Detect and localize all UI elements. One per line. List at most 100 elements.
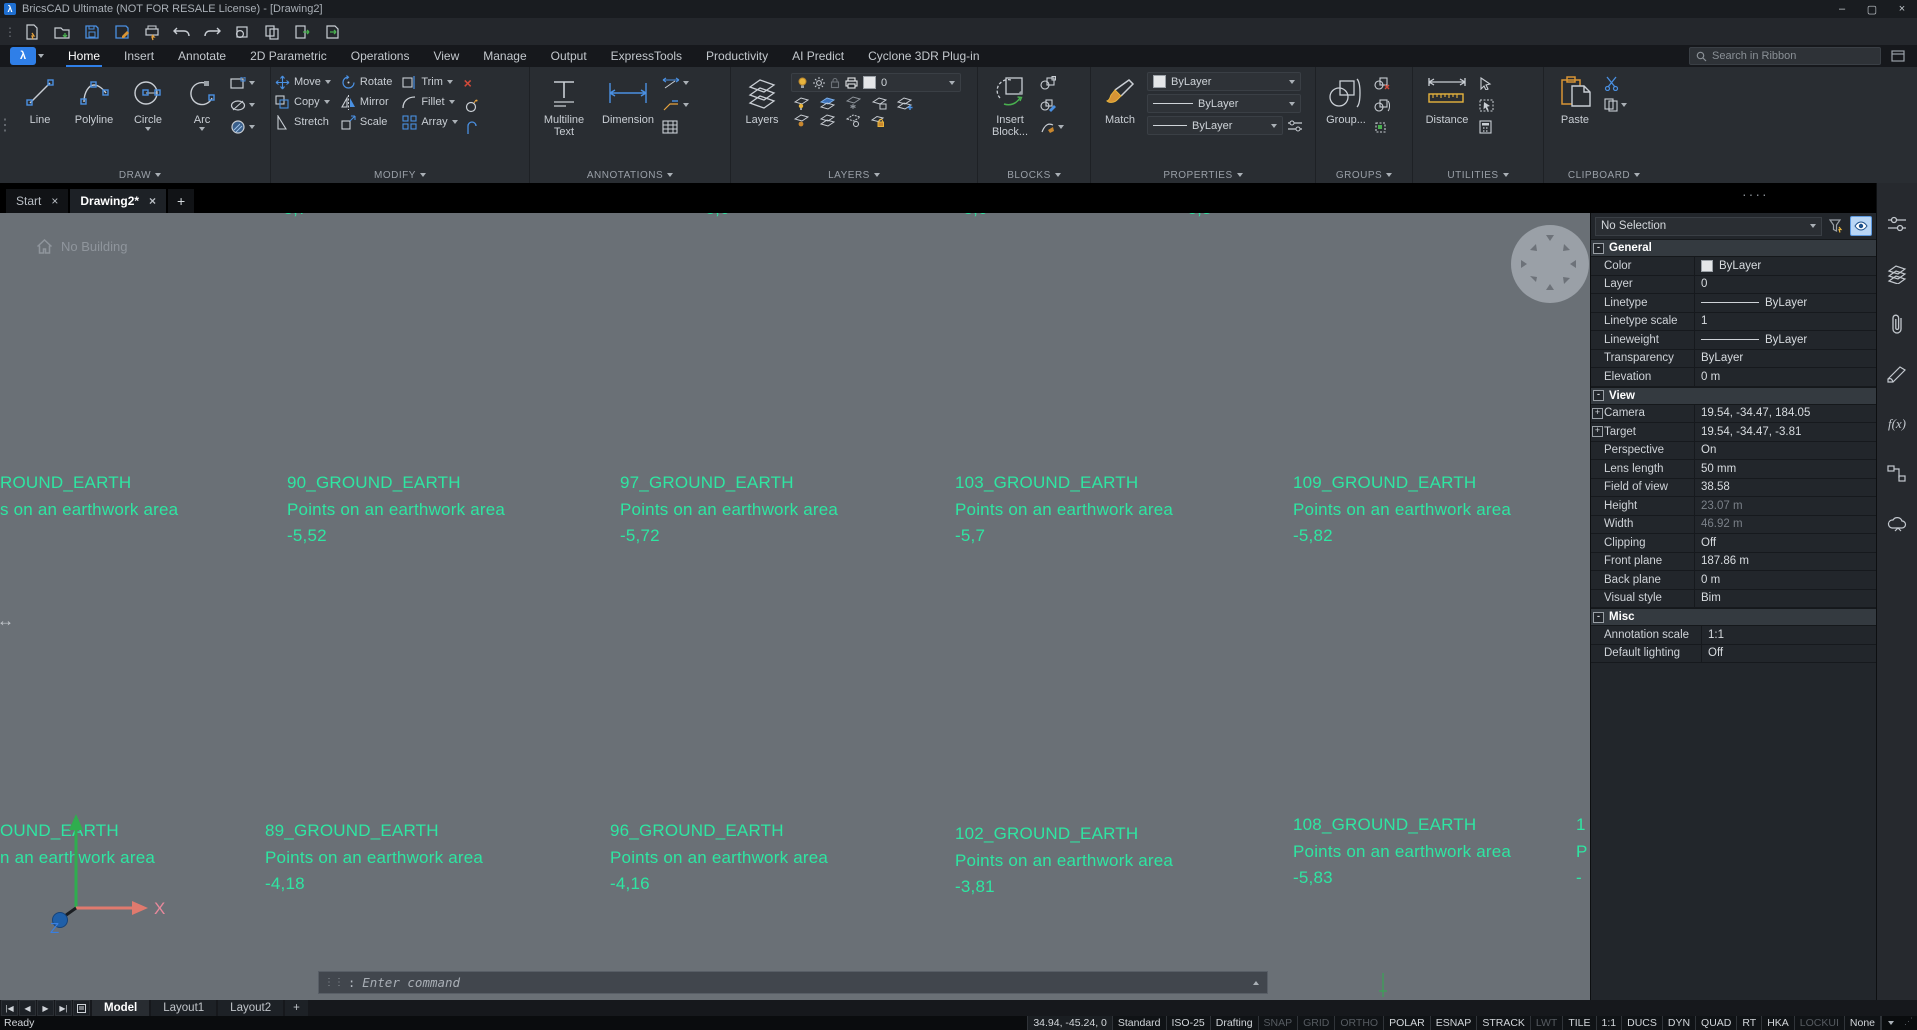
status-toggle-snap[interactable]: SNAP [1258,1016,1299,1030]
table-button[interactable] [662,119,689,135]
ribbon-options-icon[interactable] [1887,48,1909,64]
status-toggle-quad[interactable]: QUAD [1695,1016,1737,1030]
ground-label[interactable]: 109_GROUND_EARTHPoints on an earthwork a… [1293,470,1511,550]
group-edit-button[interactable] [1374,97,1390,113]
cut-button[interactable] [1604,75,1627,91]
next-layout-button[interactable]: ▶ [37,1000,54,1016]
prop-row-back-plane[interactable]: Back plane 0 m [1591,571,1876,590]
fields-panel-icon[interactable]: f(x) [1886,413,1908,435]
panel-title-blocks[interactable]: BLOCKS [982,167,1086,183]
distance-button[interactable]: Distance [1417,69,1477,126]
components-panel-icon[interactable] [1886,513,1908,535]
tab-view[interactable]: View [421,45,471,67]
copy-icon[interactable] [262,22,282,42]
sheets-panel-icon[interactable] [1886,363,1908,385]
layer-thaw-icon[interactable] [845,114,861,128]
properties-settings-icon[interactable] [1287,119,1303,133]
arc-dropdown-icon[interactable] [199,127,205,131]
prop-row-front-plane[interactable]: Front plane 187.86 m [1591,553,1876,572]
status-toggle-rt[interactable]: RT [1736,1016,1762,1030]
tab-model[interactable]: Model [92,1000,149,1016]
new-drawing-icon[interactable] [22,22,42,42]
prop-row-visual-style[interactable]: Visual style Bim [1591,590,1876,609]
arc-button[interactable]: Arc [176,69,228,131]
prop-row-default-lighting[interactable]: Default lighting Off [1591,645,1876,664]
tab-cyclone-3dr-plugin[interactable]: Cyclone 3DR Plug-in [856,45,991,67]
dimension-button[interactable]: Dimension [596,69,660,126]
layer-state-add-icon[interactable] [897,96,914,110]
maximize-button[interactable]: ▢ [1857,0,1887,18]
ellipse-button[interactable] [230,97,255,113]
layout-list-icon[interactable] [73,1000,90,1016]
move-button[interactable]: Move [275,73,331,91]
reverse-button[interactable] [464,119,479,135]
drawing-canvas[interactable]: -5,7 -5,6 -5,6 -5,8 No Building ROUND_EA… [0,213,1590,1000]
command-line[interactable]: ⋮⋮ : Enter command [318,971,1268,994]
layers-panel-icon[interactable] [1886,263,1908,285]
circle-dropdown-icon[interactable] [145,127,151,131]
panel-title-groups[interactable]: GROUPS [1320,167,1408,183]
doc-tab-drawing2[interactable]: Drawing2* × [70,189,166,213]
status-toggle-tile[interactable]: TILE [1562,1016,1596,1030]
ground-label[interactable]: 103_GROUND_EARTHPoints on an earthwork a… [955,470,1173,550]
toolbar-drag-handle[interactable]: ⋮ [4,25,12,39]
visibility-toggle-button[interactable] [1850,216,1872,236]
minimize-button[interactable]: – [1827,0,1857,18]
tab-layout2[interactable]: Layout2 [218,1000,283,1016]
prop-row-camera[interactable]: + Camera 19.54, -34.47, 184.05 [1591,405,1876,424]
status-toggle-ortho[interactable]: ORTHO [1334,1016,1384,1030]
section-general[interactable]: - General [1591,239,1876,257]
color-select[interactable]: ByLayer [1147,72,1301,91]
explode-button[interactable] [464,97,479,113]
mirror-button[interactable]: Mirror [341,93,392,111]
status-tablet[interactable]: None [1844,1016,1881,1030]
prop-row-linetype-scale[interactable]: Linetype scale 1 [1591,313,1876,332]
status-toggle-esnap[interactable]: ESNAP [1430,1016,1478,1030]
section-misc[interactable]: - Misc [1591,608,1876,626]
status-toggle-ducs[interactable]: DUCS [1621,1016,1663,1030]
lineweight-select[interactable]: ByLayer [1147,116,1283,135]
navigation-wheel[interactable] [1509,223,1590,305]
save-icon[interactable] [82,22,102,42]
save-as-icon[interactable] [112,22,132,42]
layer-lock-tool-icon[interactable] [871,114,885,128]
status-toggle-dyn[interactable]: DYN [1662,1016,1696,1030]
linetype-select[interactable]: ByLayer [1147,94,1301,113]
panel-title-draw[interactable]: DRAW [14,167,266,183]
application-menu-chevron-icon[interactable] [38,54,44,58]
panel-title-annotations[interactable]: ANNOTATIONS [534,167,726,183]
copy-button[interactable]: Copy [275,93,331,111]
status-options-dropdown[interactable] [1881,1016,1900,1030]
resize-grip[interactable]: ⋰ [1900,1016,1917,1030]
tab-2d-parametric[interactable]: 2D Parametric [238,45,339,67]
status-toggle-grid[interactable]: GRID [1297,1016,1335,1030]
quick-select-filter-button[interactable] [1826,217,1846,235]
first-layout-button[interactable]: |◀ [1,1000,18,1016]
block-attribute-button[interactable] [1040,119,1064,135]
collapse-misc-icon[interactable]: - [1593,612,1604,623]
array-button[interactable]: Array [402,113,457,131]
prop-row-linetype[interactable]: Linetype ByLayer [1591,294,1876,313]
ground-label[interactable]: 102_GROUND_EARTHPoints on an earthwork a… [955,821,1173,901]
tab-output[interactable]: Output [539,45,599,67]
attachments-panel-icon[interactable] [1886,313,1908,335]
status-toggle-lockui[interactable]: LOCKUI [1794,1016,1845,1030]
tab-annotate[interactable]: Annotate [166,45,238,67]
calculator-button[interactable] [1479,119,1494,135]
layer-unlock-icon[interactable] [871,96,887,110]
multiline-text-button[interactable]: MultilineText [534,69,594,138]
tab-insert[interactable]: Insert [112,45,166,67]
selection-filter-select[interactable]: No Selection [1595,217,1822,236]
prop-row-color[interactable]: Color ByLayer [1591,257,1876,276]
panel-title-modify[interactable]: MODIFY [275,167,525,183]
tab-layout1[interactable]: Layout1 [151,1000,216,1016]
panel-title-clipboard[interactable]: CLIPBOARD [1548,167,1660,183]
status-toggle-hka[interactable]: HKA [1761,1016,1795,1030]
prop-row-lens-length[interactable]: Lens length 50 mm [1591,460,1876,479]
layer-set-current-icon[interactable] [819,96,835,110]
match-properties-button[interactable]: Match [1095,69,1145,126]
rotate-button[interactable]: Rotate [341,73,392,91]
redo-icon[interactable] [202,22,222,42]
ground-label[interactable]: ROUND_EARTHs on an earthwork area [0,470,178,523]
close-button[interactable]: × [1887,0,1917,18]
